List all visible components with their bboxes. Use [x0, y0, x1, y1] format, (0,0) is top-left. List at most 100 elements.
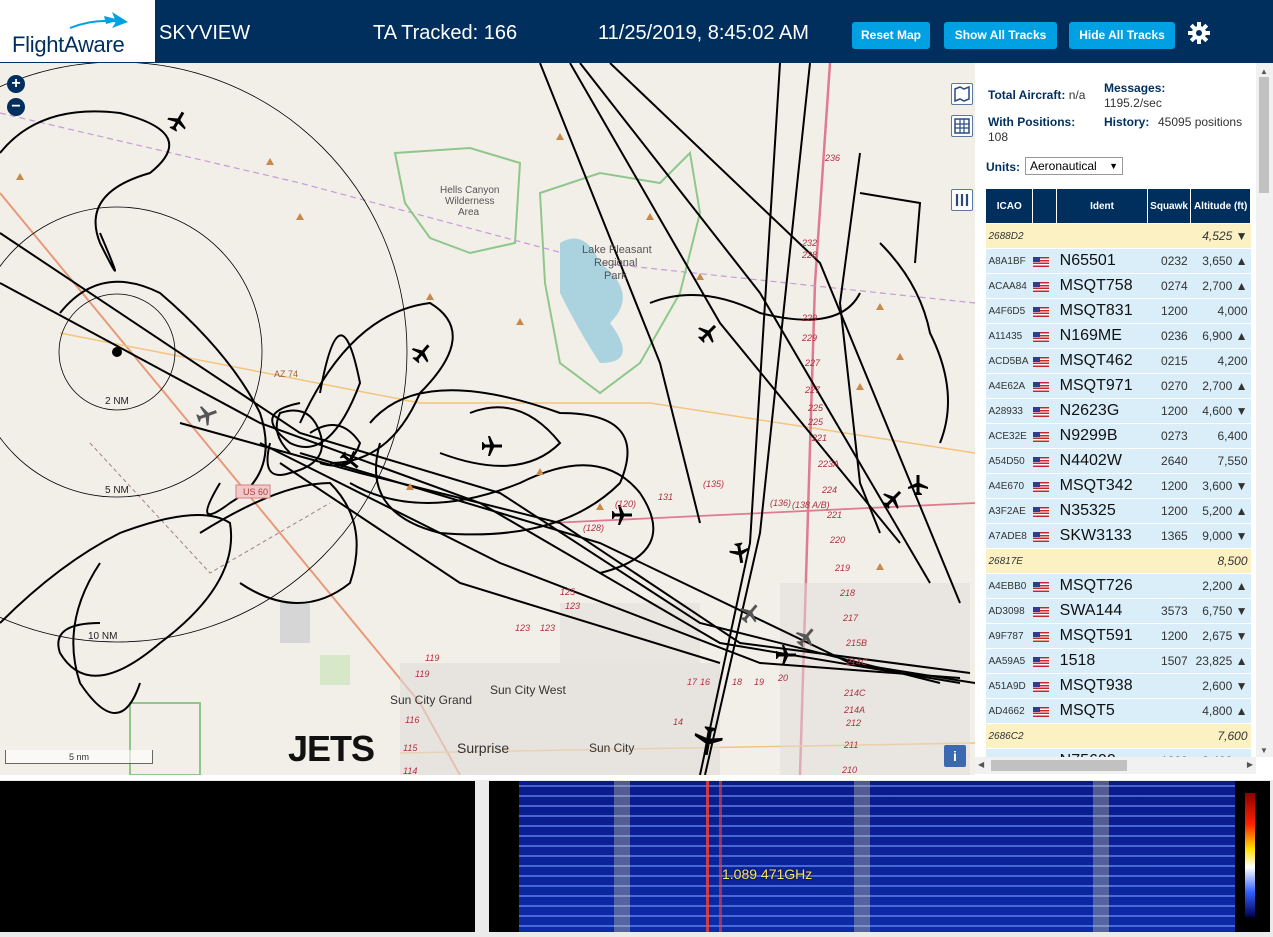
table-row[interactable]: A51A9D MSQT938 2,600 ▼ — [985, 673, 1251, 699]
aircraft-table: ICAO Ident Squawk Altitude (ft) 2688D2 4,… — [984, 188, 1251, 774]
map-icon[interactable] — [951, 83, 973, 105]
icao-cell: A4EBB0 — [985, 573, 1033, 599]
icao-cell: ACAA84 — [985, 273, 1033, 299]
flag-cell — [1032, 698, 1057, 724]
show-all-tracks-button[interactable]: Show All Tracks — [944, 22, 1057, 49]
tracked-count: TA Tracked: 166 — [373, 22, 518, 44]
ident-cell: MSQT462 — [1056, 348, 1148, 374]
table-row[interactable]: A9F787 MSQT591 1200 2,675 ▼ — [985, 623, 1251, 649]
svg-text:232: 232 — [801, 238, 817, 248]
svg-text:123: 123 — [565, 601, 580, 611]
map-view[interactable]: Hells Canyon Wilderness Area Lake Pleasant… — [0, 63, 975, 775]
col-flag[interactable] — [1032, 188, 1058, 224]
flag-cell — [1032, 423, 1057, 449]
icao-cell: AA59A5 — [985, 648, 1033, 674]
reset-map-button[interactable]: Reset Map — [852, 22, 930, 49]
squawk-cell — [1147, 223, 1191, 249]
squawk-cell: 1200 — [1147, 498, 1191, 524]
columns-icon[interactable] — [951, 189, 973, 211]
table-row[interactable]: A4E670 MSQT342 1200 3,600 ▼ — [985, 473, 1251, 499]
ident-cell: SWA144 — [1056, 598, 1148, 624]
scroll-left-icon[interactable]: ◀ — [978, 760, 984, 769]
table-row[interactable]: A4F6D5 MSQT831 1200 4,000 — [985, 298, 1251, 324]
table-row[interactable]: A7ADE8 SKW3133 1365 9,000 ▼ — [985, 523, 1251, 549]
table-row[interactable]: 2688D2 4,525 ▼ — [985, 223, 1251, 249]
scroll-up-icon[interactable]: ▲ — [1260, 67, 1268, 76]
table-row[interactable]: ACE32E N9299B 0273 6,400 — [985, 423, 1251, 449]
col-ident[interactable]: Ident — [1056, 188, 1148, 224]
svg-text:(120): (120) — [615, 499, 636, 509]
app-title: SKYVIEW — [159, 22, 251, 44]
altitude-cell: 2,600 ▼ — [1190, 673, 1251, 699]
icao-cell: ACE32E — [985, 423, 1033, 449]
hscroll-thumb[interactable] — [991, 760, 1127, 771]
with-positions-value: 108 — [988, 130, 1009, 144]
table-row[interactable]: 26817E 8,500 — [985, 548, 1251, 574]
svg-text:227: 227 — [804, 358, 821, 368]
svg-text:217: 217 — [842, 613, 859, 623]
svg-text:211: 211 — [843, 740, 858, 750]
svg-text:Wilderness: Wilderness — [445, 196, 494, 207]
gear-icon[interactable] — [1187, 21, 1211, 45]
col-squawk[interactable]: Squawk — [1146, 188, 1192, 224]
ident-cell: N4402W — [1056, 448, 1148, 474]
scroll-thumb[interactable] — [1259, 77, 1269, 193]
us-flag-icon — [1032, 481, 1049, 492]
altitude-cell: 7,550 — [1190, 448, 1251, 474]
squawk-cell: 0273 — [1147, 423, 1191, 449]
table-row[interactable]: A28933 N2623G 1200 4,600 ▼ — [985, 398, 1251, 424]
table-row[interactable]: A4E62A MSQT971 0270 2,700 ▲ — [985, 373, 1251, 399]
svg-text:131: 131 — [658, 492, 673, 502]
icao-cell: A4E62A — [985, 373, 1033, 399]
table-row[interactable]: A4EBB0 MSQT726 2,200 ▲ — [985, 573, 1251, 599]
zoom-out-button[interactable]: − — [7, 98, 25, 116]
us-flag-icon — [1032, 281, 1049, 292]
units-label: Units: — [986, 160, 1020, 174]
col-altitude[interactable]: Altitude (ft) — [1190, 188, 1251, 224]
table-row[interactable]: AA59A5 1518 1507 23,825 ▲ — [985, 648, 1251, 674]
flag-cell — [1032, 298, 1057, 324]
ident-cell: MSQT938 — [1056, 673, 1148, 699]
altitude-cell: 8,500 — [1190, 548, 1251, 574]
altitude-cell: 7,600 — [1190, 723, 1251, 749]
vertical-scrollbar[interactable]: ▲ ▼ — [1256, 63, 1273, 757]
flag-cell — [1032, 648, 1057, 674]
squawk-cell: 1200 — [1147, 298, 1191, 324]
svg-text:Area: Area — [458, 207, 480, 218]
svg-text:224: 224 — [821, 485, 837, 495]
table-row[interactable]: AD3098 SWA144 3573 6,750 ▼ — [985, 598, 1251, 624]
flag-cell — [1032, 523, 1057, 549]
altitude-cell: 6,900 ▲ — [1190, 323, 1251, 349]
messages-label: Messages: — [1104, 81, 1166, 95]
svg-text:2 NM: 2 NM — [105, 396, 129, 407]
squawk-cell: 1200 — [1147, 623, 1191, 649]
flightaware-logo[interactable]: FlightAware — [0, 0, 155, 62]
with-positions-label: With Positions: — [988, 115, 1076, 129]
zoom-in-button[interactable]: + — [7, 75, 25, 93]
horizontal-scrollbar[interactable]: ◀ ▶ — [975, 757, 1256, 774]
col-icao[interactable]: ICAO — [984, 188, 1034, 224]
hide-all-tracks-button[interactable]: Hide All Tracks — [1069, 22, 1175, 49]
scroll-down-icon[interactable]: ▼ — [1260, 746, 1268, 755]
us-flag-icon — [1032, 256, 1049, 267]
scroll-right-icon[interactable]: ▶ — [1247, 760, 1253, 769]
us-flag-icon — [1032, 631, 1049, 642]
table-row[interactable]: A3F2AE N35325 1200 5,200 ▲ — [985, 498, 1251, 524]
table-row[interactable]: ACAA84 MSQT758 0274 2,700 ▲ — [985, 273, 1251, 299]
grid-icon[interactable] — [951, 115, 973, 137]
squawk-cell: 1507 — [1147, 648, 1191, 674]
squawk-cell — [1147, 673, 1191, 699]
table-row[interactable]: A54D50 N4402W 2640 7,550 — [985, 448, 1251, 474]
flag-cell — [1032, 323, 1057, 349]
squawk-cell: 0215 — [1147, 348, 1191, 374]
map-canvas[interactable]: Hells CanyonWildernessArea Lake Pleasant… — [0, 63, 975, 775]
table-row[interactable]: A8A1BF N65501 0232 3,650 ▲ — [985, 248, 1251, 274]
table-row[interactable]: 2686C2 7,600 — [985, 723, 1251, 749]
svg-text:219: 219 — [834, 563, 850, 573]
table-row[interactable]: AD4662 MSQT5 4,800 ▲ — [985, 698, 1251, 724]
units-select[interactable]: Aeronautical ▼ — [1025, 157, 1123, 175]
table-row[interactable]: ACD5BA MSQT462 0215 4,200 — [985, 348, 1251, 374]
svg-text:214A: 214A — [843, 705, 865, 715]
table-row[interactable]: A11435 N169ME 0236 6,900 ▲ — [985, 323, 1251, 349]
info-icon[interactable]: i — [944, 745, 966, 767]
